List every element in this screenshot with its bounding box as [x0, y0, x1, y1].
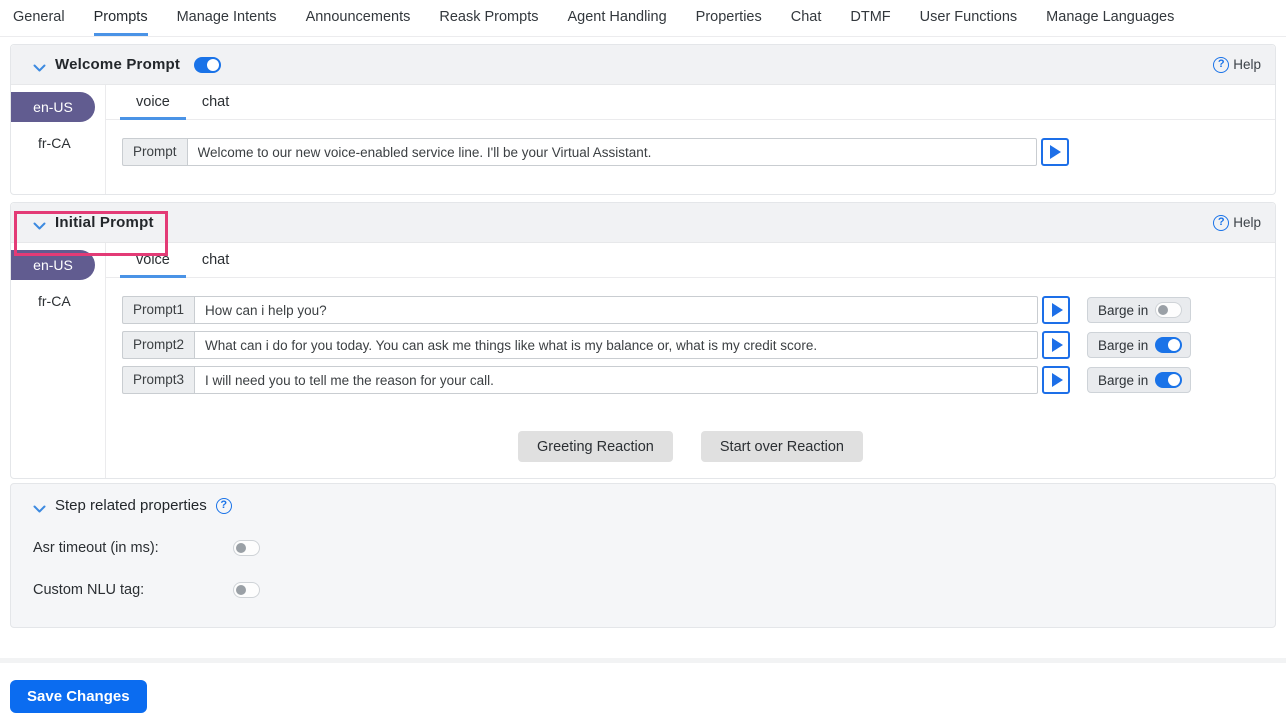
welcome-prompt-area: Prompt	[106, 120, 1275, 194]
nav-tab-properties[interactable]: Properties	[696, 9, 762, 36]
nav-tab-agent-handling[interactable]: Agent Handling	[567, 9, 666, 36]
barge-in-toggle[interactable]	[1155, 372, 1182, 388]
nav-tab-announcements[interactable]: Announcements	[306, 9, 411, 36]
prompt-row: Prompt3 Barge in	[122, 366, 1275, 394]
language-tab-fr-ca[interactable]: fr-CA	[11, 122, 105, 163]
prompt-row: Prompt1 Barge in	[122, 296, 1275, 324]
play-button[interactable]	[1042, 331, 1070, 359]
start-over-reaction-button[interactable]: Start over Reaction	[701, 431, 863, 462]
custom-nlu-tag-field: Custom NLU tag:	[33, 582, 1259, 598]
initial-language-column: en-US fr-CA	[11, 243, 106, 478]
nav-tab-dtmf[interactable]: DTMF	[850, 9, 890, 36]
nav-tab-manage-languages[interactable]: Manage Languages	[1046, 9, 1174, 36]
barge-in-toggle[interactable]	[1155, 337, 1182, 353]
chevron-down-icon[interactable]	[33, 218, 46, 227]
welcome-help-link[interactable]: ? Help	[1213, 57, 1261, 73]
chevron-down-icon[interactable]	[33, 60, 46, 69]
initial-channel-tabs: voice chat	[106, 243, 1275, 278]
barge-in-chip[interactable]: Barge in	[1087, 367, 1191, 393]
barge-in-chip[interactable]: Barge in	[1087, 297, 1191, 323]
prompt-label: Prompt	[122, 138, 187, 166]
custom-nlu-tag-toggle[interactable]	[233, 582, 260, 598]
prompt-row: Prompt2 Barge in	[122, 331, 1275, 359]
prompt-row: Prompt	[122, 138, 1275, 166]
initial-prompt-area: Prompt1 Barge in Prompt2	[106, 278, 1275, 422]
play-icon	[1052, 338, 1063, 352]
play-icon	[1052, 373, 1063, 387]
nav-tab-reask-prompts[interactable]: Reask Prompts	[439, 9, 538, 36]
tab-voice[interactable]: voice	[120, 85, 186, 120]
nav-tab-user-functions[interactable]: User Functions	[920, 9, 1018, 36]
barge-in-label: Barge in	[1098, 338, 1148, 353]
play-icon	[1052, 303, 1063, 317]
help-label: Help	[1233, 215, 1261, 230]
language-tab-en-us[interactable]: en-US	[11, 92, 95, 122]
help-icon: ?	[1213, 215, 1229, 231]
step-properties-title: Step related properties	[55, 497, 207, 514]
welcome-content: voice chat Prompt	[106, 85, 1275, 194]
prompt3-input[interactable]	[194, 366, 1038, 394]
welcome-prompt-header: Welcome Prompt ? Help	[11, 45, 1275, 85]
reaction-buttons-row: Greeting Reaction Start over Reaction	[106, 422, 1275, 478]
welcome-language-column: en-US fr-CA	[11, 85, 106, 194]
prompt1-input[interactable]	[194, 296, 1038, 324]
tab-voice[interactable]: voice	[120, 243, 186, 278]
help-icon: ?	[1213, 57, 1229, 73]
language-tab-fr-ca[interactable]: fr-CA	[11, 280, 105, 321]
welcome-prompt-enabled-toggle[interactable]	[194, 57, 221, 73]
step-properties-header: Step related properties ?	[33, 497, 1259, 514]
prompt-label: Prompt3	[122, 366, 194, 394]
welcome-prompt-title: Welcome Prompt	[55, 56, 180, 73]
barge-in-toggle[interactable]	[1155, 302, 1182, 318]
play-button[interactable]	[1041, 138, 1069, 166]
initial-help-link[interactable]: ? Help	[1213, 215, 1261, 231]
initial-prompt-header: Initial Prompt ? Help	[11, 203, 1275, 243]
prompt2-input[interactable]	[194, 331, 1038, 359]
initial-content: voice chat Prompt1 Barge in Prompt2	[106, 243, 1275, 478]
play-button[interactable]	[1042, 296, 1070, 324]
nav-tab-manage-intents[interactable]: Manage Intents	[177, 9, 277, 36]
prompt-label: Prompt1	[122, 296, 194, 324]
initial-prompt-body: en-US fr-CA voice chat Prompt1 Barge in	[11, 243, 1275, 478]
barge-in-chip[interactable]: Barge in	[1087, 332, 1191, 358]
asr-timeout-field: Asr timeout (in ms):	[33, 540, 1259, 556]
welcome-channel-tabs: voice chat	[106, 85, 1275, 120]
help-label: Help	[1233, 57, 1261, 72]
barge-in-label: Barge in	[1098, 303, 1148, 318]
tab-chat[interactable]: chat	[186, 85, 245, 120]
prompt-label: Prompt2	[122, 331, 194, 359]
nav-tab-prompts[interactable]: Prompts	[94, 9, 148, 36]
welcome-prompt-body: en-US fr-CA voice chat Prompt	[11, 85, 1275, 194]
welcome-prompt-input[interactable]	[187, 138, 1037, 166]
language-tab-en-us[interactable]: en-US	[11, 250, 95, 280]
barge-in-label: Barge in	[1098, 373, 1148, 388]
footer-divider	[0, 658, 1286, 663]
save-changes-button[interactable]: Save Changes	[10, 680, 147, 713]
initial-prompt-title: Initial Prompt	[55, 214, 154, 231]
nav-tab-general[interactable]: General	[13, 9, 65, 36]
custom-nlu-tag-label: Custom NLU tag:	[33, 582, 233, 598]
tab-chat[interactable]: chat	[186, 243, 245, 278]
asr-timeout-label: Asr timeout (in ms):	[33, 540, 233, 556]
help-icon[interactable]: ?	[216, 498, 232, 514]
initial-prompt-section: Initial Prompt ? Help en-US fr-CA voice …	[10, 202, 1276, 479]
top-nav: General Prompts Manage Intents Announcem…	[0, 0, 1286, 37]
asr-timeout-toggle[interactable]	[233, 540, 260, 556]
play-icon	[1050, 145, 1061, 159]
nav-tab-chat[interactable]: Chat	[791, 9, 822, 36]
play-button[interactable]	[1042, 366, 1070, 394]
greeting-reaction-button[interactable]: Greeting Reaction	[518, 431, 673, 462]
step-properties-section: Step related properties ? Asr timeout (i…	[10, 483, 1276, 628]
welcome-prompt-section: Welcome Prompt ? Help en-US fr-CA voice …	[10, 44, 1276, 195]
chevron-down-icon[interactable]	[33, 501, 46, 510]
